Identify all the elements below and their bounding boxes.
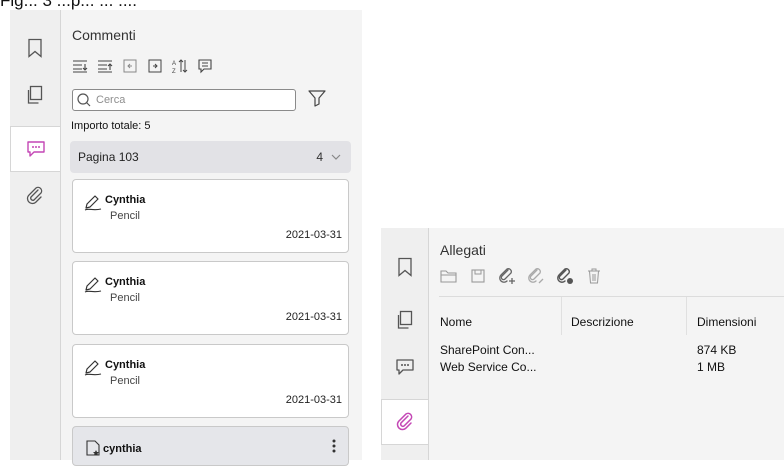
attachment-size: 1 MB (697, 360, 726, 374)
svg-text:Z: Z (172, 69, 176, 74)
edit-attachment-icon (528, 268, 544, 284)
comments-panel: Commenti AZ Importo totale: 5 Pagina 103… (61, 10, 362, 466)
open-folder-button[interactable] (440, 267, 458, 285)
comment-date: 2021-03-31 (285, 311, 342, 323)
right-navigation-rail (381, 228, 429, 460)
page-group-count: 4 (316, 150, 323, 164)
more-options-icon[interactable] (332, 439, 336, 453)
comment-list-icon (198, 59, 212, 74)
attachments-tab-button[interactable] (10, 174, 60, 218)
attachments-panel-title: Allegati (440, 242, 486, 258)
remove-attachment-button[interactable] (556, 267, 574, 285)
comment-card[interactable]: Cynthia Pencil 2021-03-31 (72, 179, 349, 253)
attachments-window: Allegati Nome Descrizione Dimensioni Sha… (372, 228, 784, 460)
total-count-label: Importo totale: 5 (71, 120, 151, 132)
comment-author: Cynthia (105, 276, 146, 288)
attachment-name: SharePoint Con... (440, 343, 535, 357)
search-icon (77, 93, 91, 107)
comment-list-button[interactable] (196, 57, 214, 75)
bookmark-icon (397, 257, 412, 277)
pencil-icon (84, 360, 102, 376)
chevron-down-icon (331, 154, 341, 160)
search-box[interactable] (72, 89, 296, 111)
bookmark-tab-button[interactable] (381, 245, 428, 289)
search-input[interactable] (94, 93, 288, 107)
save-button[interactable] (469, 267, 487, 285)
collapse-button[interactable] (121, 57, 139, 75)
pencil-icon (84, 277, 102, 293)
filter-button[interactable] (307, 88, 327, 108)
column-header-description[interactable]: Descrizione (571, 315, 634, 329)
comment-author: cynthia (103, 443, 142, 455)
collapse-all-icon (98, 60, 113, 73)
expand-all-button[interactable] (71, 57, 89, 75)
pencil-icon (84, 195, 102, 211)
comment-author: Cynthia (105, 194, 146, 206)
table-row[interactable]: Web Service Co... 1 MB (429, 360, 784, 376)
save-icon (471, 269, 485, 283)
delete-icon (588, 268, 600, 284)
expand-all-icon (73, 60, 88, 73)
stamp-icon (86, 440, 100, 456)
bookmark-tab-button[interactable] (10, 26, 60, 70)
comments-toolbar: AZ (71, 57, 214, 75)
comment-card-selected[interactable]: cynthia (72, 426, 349, 466)
pages-tab-button[interactable] (381, 298, 428, 342)
remove-attachment-icon (557, 268, 573, 284)
pages-icon (27, 85, 43, 104)
comments-tab-button[interactable] (10, 126, 60, 172)
sort-button[interactable]: AZ (171, 57, 189, 75)
comment-icon (395, 359, 414, 375)
attachment-size: 874 KB (697, 343, 737, 357)
comment-type: Pencil (110, 375, 140, 387)
left-navigation-rail (10, 10, 61, 460)
comment-date: 2021-03-31 (285, 394, 342, 406)
comments-panel-title: Commenti (72, 27, 136, 43)
add-attachment-icon (499, 268, 515, 284)
sort-icon: AZ (172, 59, 188, 74)
comments-tab-button[interactable] (381, 345, 428, 389)
filter-icon (308, 90, 326, 107)
delete-button[interactable] (585, 267, 603, 285)
add-attachment-button[interactable] (498, 267, 516, 285)
svg-text:A: A (172, 61, 176, 67)
pages-tab-button[interactable] (10, 73, 60, 117)
comment-type: Pencil (110, 210, 140, 222)
attachments-panel: Allegati Nome Descrizione Dimensioni Sha… (429, 228, 784, 460)
column-divider[interactable] (686, 297, 687, 335)
column-header-size[interactable]: Dimensioni (697, 315, 756, 329)
page-group-header[interactable]: Pagina 103 4 (70, 141, 351, 173)
comment-card[interactable]: Cynthia Pencil 2021-03-31 (72, 344, 349, 418)
edit-attachment-button[interactable] (527, 267, 545, 285)
bookmark-icon (28, 38, 42, 58)
column-divider[interactable] (561, 297, 562, 335)
table-row[interactable]: SharePoint Con... 874 KB (429, 343, 784, 359)
table-header: Nome Descrizione Dimensioni (429, 297, 784, 335)
column-header-name[interactable]: Nome (440, 315, 472, 329)
comment-author: Cynthia (105, 359, 146, 371)
expand-icon (148, 59, 162, 73)
collapse-all-button[interactable] (96, 57, 114, 75)
paperclip-icon (26, 186, 43, 205)
attachments-tab-button[interactable] (381, 399, 428, 445)
expand-button[interactable] (146, 57, 164, 75)
open-folder-icon (440, 270, 457, 283)
pages-icon (397, 310, 412, 329)
page-group-label: Pagina 103 (78, 150, 139, 164)
attachment-name: Web Service Co... (440, 360, 537, 374)
comment-type: Pencil (110, 292, 140, 304)
comment-card[interactable]: Cynthia Pencil 2021-03-31 (72, 261, 349, 335)
comment-date: 2021-03-31 (285, 229, 342, 241)
comment-icon (26, 141, 45, 157)
paperclip-icon (396, 412, 413, 431)
attachments-toolbar (440, 267, 603, 285)
collapse-icon (123, 59, 137, 73)
